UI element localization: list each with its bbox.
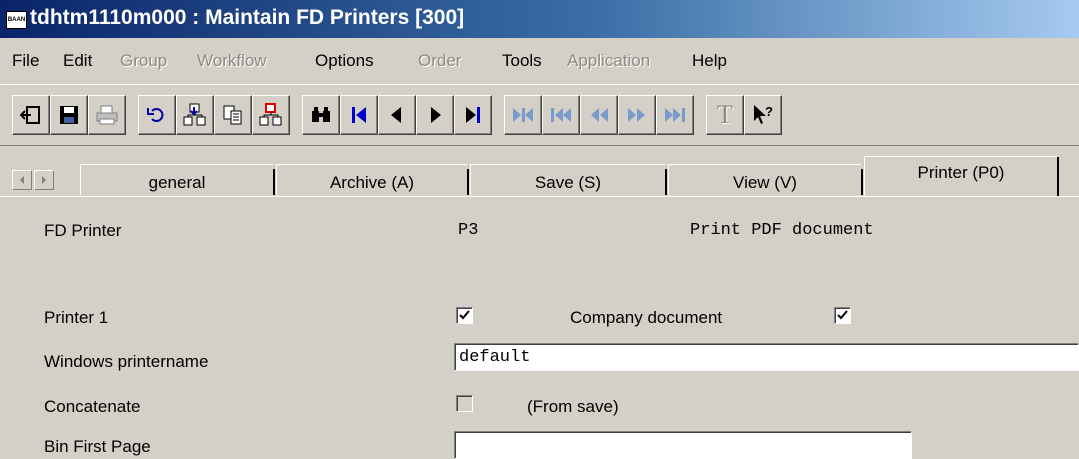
checkmark-icon — [837, 310, 848, 320]
from-save-label: (From save) — [527, 397, 619, 416]
caret-left-icon — [20, 176, 24, 184]
last-record-icon — [466, 107, 480, 123]
menu-order[interactable]: Order — [418, 51, 461, 71]
menu-file[interactable]: File — [12, 51, 39, 71]
last-set-button[interactable] — [656, 95, 694, 135]
fast-forward-icon — [628, 108, 645, 122]
context-help-button[interactable]: ? — [744, 95, 782, 135]
toolbar: T ? — [0, 84, 1079, 146]
text-button[interactable]: T — [706, 95, 744, 135]
find-button[interactable] — [302, 95, 340, 135]
first-record-icon — [352, 107, 366, 123]
tab-view[interactable]: View (V) — [668, 164, 863, 195]
exit-icon — [20, 106, 40, 124]
next-record-button[interactable] — [416, 95, 454, 135]
undo-icon — [147, 108, 164, 122]
first-set-icon — [513, 108, 533, 122]
tab-save[interactable]: Save (S) — [470, 164, 667, 195]
company-document-label: Company document — [570, 308, 723, 327]
svg-text:?: ? — [765, 104, 773, 119]
title-bar: BAAN tdhtm1110m000 : Maintain FD Printer… — [0, 0, 1079, 38]
menu-tools[interactable]: Tools — [502, 51, 542, 71]
tab-strip: general Archive (A) Save (S) View (V) Pr… — [0, 156, 1079, 197]
copy-icon — [223, 105, 242, 125]
delete-record-button[interactable] — [252, 95, 290, 135]
company-document-checkbox[interactable] — [834, 307, 851, 324]
previous-record-icon — [391, 107, 401, 123]
windows-printername-label: Windows printername — [44, 352, 209, 371]
tab-scroll-arrows — [12, 170, 56, 190]
bin-first-page-label: Bin First Page — [44, 437, 151, 456]
tab-scroll-left-button[interactable] — [12, 170, 32, 190]
concatenate-checkbox[interactable] — [456, 395, 473, 412]
tab-printer[interactable]: Printer (P0) — [864, 156, 1059, 197]
bin-first-page-input[interactable] — [454, 431, 912, 459]
first-record-button[interactable] — [340, 95, 378, 135]
checkmark-icon — [459, 310, 470, 320]
fd-printer-description: Print PDF document — [690, 221, 874, 240]
rewind-start-icon — [551, 108, 571, 122]
undo-button[interactable] — [138, 95, 176, 135]
last-record-button[interactable] — [454, 95, 492, 135]
save-icon — [60, 106, 78, 124]
windows-printername-input[interactable]: default — [454, 343, 1079, 371]
fd-printer-code: P3 — [458, 221, 479, 240]
previous-set-button[interactable] — [542, 95, 580, 135]
caret-right-icon — [42, 176, 46, 184]
printer-form: FD Printer P3 Print PDF document Printer… — [0, 196, 1079, 459]
last-set-icon — [665, 108, 685, 122]
menu-bar: File Edit Group Workflow Options Order T… — [0, 48, 1079, 74]
insert-record-button[interactable] — [176, 95, 214, 135]
binoculars-icon — [312, 107, 330, 122]
rewind-icon — [591, 108, 608, 122]
fast-forward-button[interactable] — [618, 95, 656, 135]
first-set-button[interactable] — [504, 95, 542, 135]
help-pointer-icon: ? — [754, 104, 773, 124]
print-button[interactable] — [88, 95, 126, 135]
app-icon: BAAN — [6, 11, 27, 29]
window-title: tdhtm1110m000 : Maintain FD Printers [30… — [30, 6, 465, 29]
printer1-checkbox[interactable] — [456, 307, 473, 324]
menu-edit[interactable]: Edit — [63, 51, 92, 71]
rewind-button[interactable] — [580, 95, 618, 135]
menu-application[interactable]: Application — [567, 51, 650, 71]
save-button[interactable] — [50, 95, 88, 135]
exit-button[interactable] — [12, 95, 50, 135]
printer1-label: Printer 1 — [44, 308, 109, 327]
next-record-icon — [431, 107, 441, 123]
previous-record-button[interactable] — [378, 95, 416, 135]
text-icon: T — [717, 100, 733, 129]
menu-help[interactable]: Help — [692, 51, 727, 71]
tab-archive[interactable]: Archive (A) — [276, 164, 469, 195]
delete-record-icon — [259, 103, 282, 126]
tab-scroll-right-button[interactable] — [34, 170, 54, 190]
insert-record-icon — [183, 103, 206, 126]
menu-options[interactable]: Options — [315, 51, 374, 71]
concatenate-label: Concatenate — [44, 397, 141, 416]
printer-icon — [96, 105, 118, 125]
menu-group[interactable]: Group — [120, 51, 167, 71]
copy-record-button[interactable] — [214, 95, 252, 135]
tab-general[interactable]: general — [80, 164, 275, 195]
menu-workflow[interactable]: Workflow — [197, 51, 267, 71]
fd-printer-label: FD Printer — [44, 221, 122, 240]
